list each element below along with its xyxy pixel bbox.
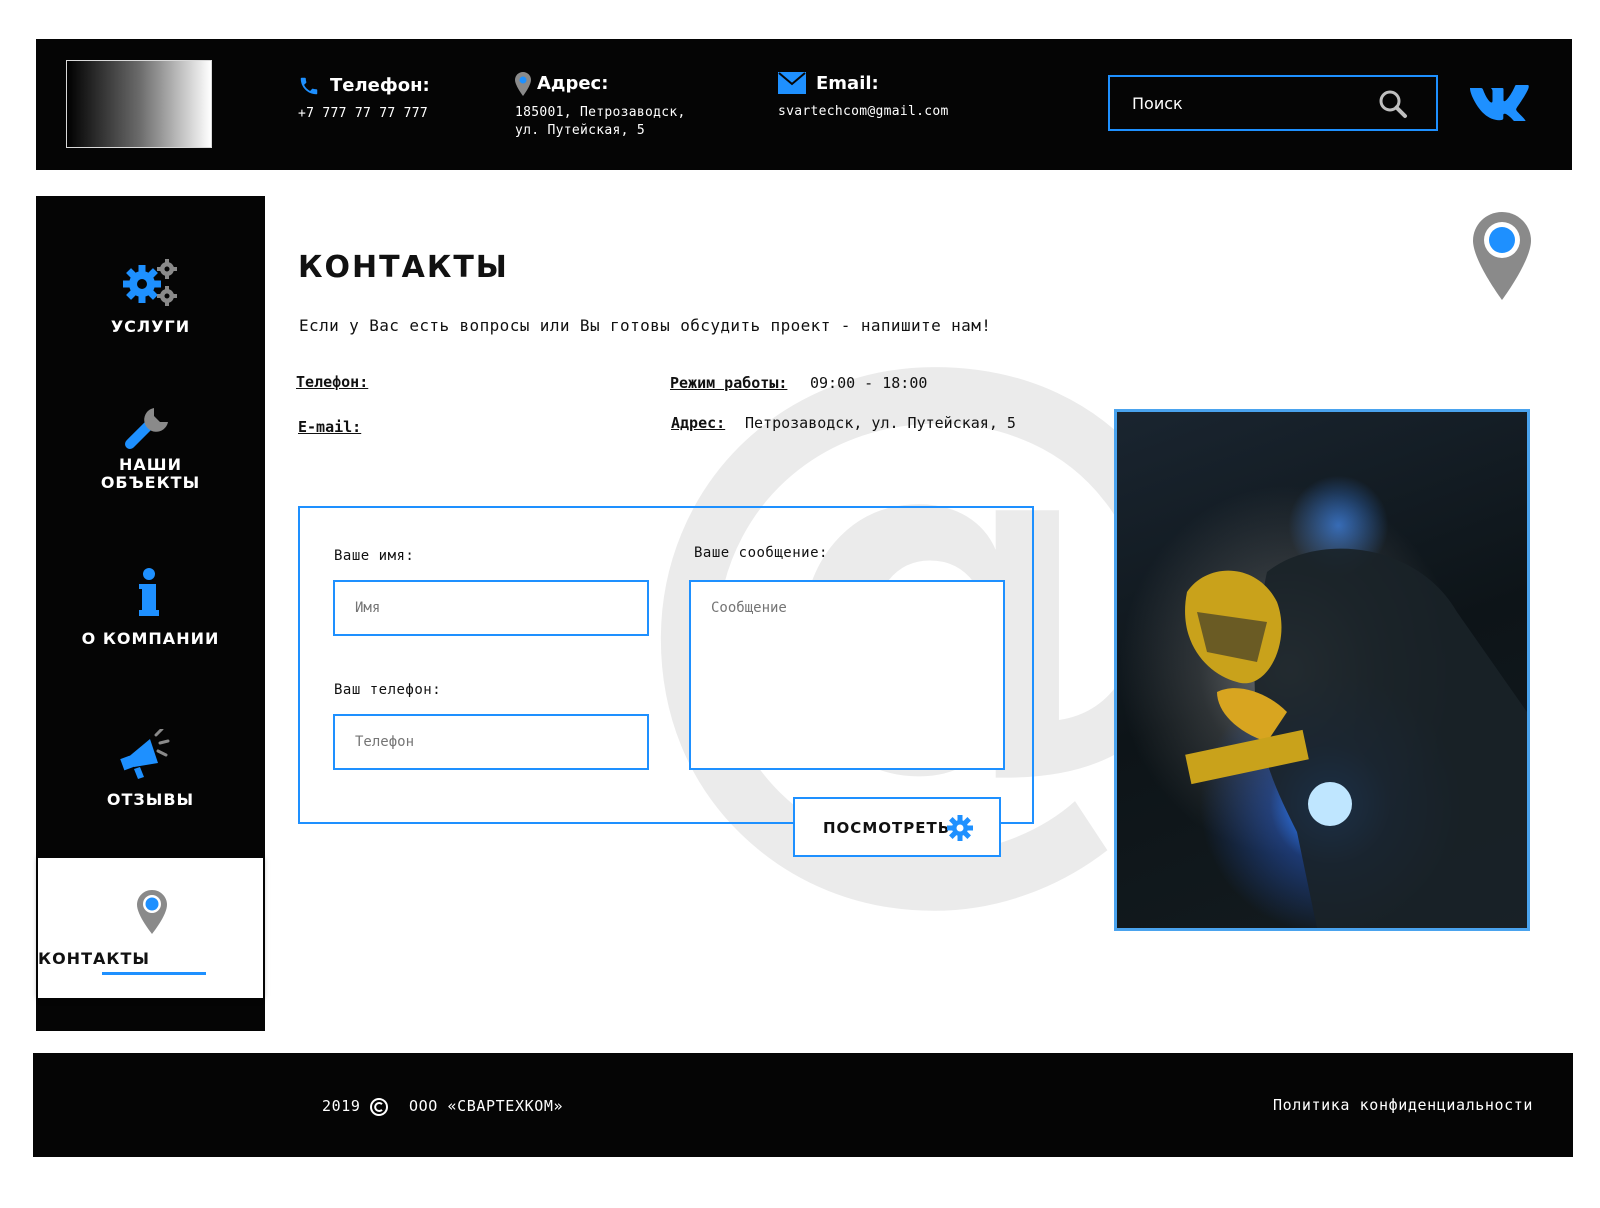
logo[interactable] [66,60,212,148]
privacy-link[interactable]: Политика конфиденциальности [1273,1096,1533,1114]
address-line1: 185001, Петрозаводск, [515,105,686,120]
info-address-label: Адрес: [671,414,726,432]
submit-label: ПОСМОТРЕТЬ [823,819,951,837]
sidebar-item-about[interactable]: О КОМПАНИИ [36,568,265,648]
sidebar-item-reviews[interactable]: ОТЗЫВЫ [36,729,265,809]
copyright-icon [370,1098,388,1116]
wrench-icon [125,408,168,449]
phone-field[interactable] [333,714,649,770]
sidebar-item-label-line1: НАШИ [119,455,182,474]
vk-icon[interactable] [1470,85,1530,121]
location-pin-icon [515,72,531,96]
sidebar-item-label: КОНТАКТЫ [38,949,150,968]
location-pin-icon [1473,212,1531,300]
phone-field-label: Ваш телефон: [334,682,442,698]
sidebar-item-label: ОТЗЫВЫ [106,790,195,809]
phone-icon [300,77,318,95]
sidebar-item-label: УСЛУГИ [110,317,191,336]
location-pin-icon [137,890,167,934]
sidebar-item-contacts[interactable]: КОНТАКТЫ [38,858,263,998]
address-label: Адрес: [537,73,609,94]
search-icon[interactable] [1378,89,1408,119]
site-footer: 2019 ООО «СВАРТЕХКОМ» Политика конфиденц… [33,1053,1573,1157]
info-icon [139,568,159,616]
info-hours-label: Режим работы: [670,374,788,392]
phone-label: Телефон: [330,75,430,96]
submit-button[interactable]: ПОСМОТРЕТЬ [793,797,1001,857]
footer-year: 2019 [322,1097,361,1115]
address-line2: ул. Путейская, 5 [515,123,646,138]
sidebar-item-label-line2: ОБЪЕКТЫ [100,473,201,492]
active-underline [102,972,206,975]
phone-value[interactable]: +7 777 77 77 777 [298,105,428,123]
contact-form: Ваше имя: Ваш телефон: Ваше сообщение: [298,506,1034,824]
site-header: Телефон: +7 777 77 77 777 Адрес: 185001,… [36,39,1572,170]
name-field[interactable] [333,580,649,636]
email-label: Email: [816,73,879,94]
welder-figure [1185,548,1527,928]
gears-icon [123,259,177,306]
name-label: Ваше имя: [334,548,415,564]
page-title: КОНТАКТЫ [298,250,509,285]
envelope-icon [778,72,806,94]
message-label: Ваше сообщение: [694,545,828,561]
sidebar-item-objects[interactable]: НАШИ ОБЪЕКТЫ [36,400,265,500]
info-hours-value: 09:00 - 18:00 [810,374,928,392]
info-email-label: E-mail: [298,418,362,436]
sidebar-item-label: О КОМПАНИИ [81,629,220,648]
sidebar-nav: УСЛУГИ НАШИ ОБЪЕКТЫ О КОМПАНИИ ОТЗЫВЫ КО… [36,196,265,1031]
message-field[interactable] [689,580,1005,770]
info-phone-label: Телефон: [296,373,369,391]
info-address-value: Петрозаводск, ул. Путейская, 5 [745,414,1016,432]
intro-text: Если у Вас есть вопросы или Вы готовы об… [299,316,992,335]
search-placeholder: Поиск [1132,94,1183,113]
email-value[interactable]: svartechcom@gmail.com [778,103,949,121]
gear-icon [947,815,973,841]
footer-company: ООО «СВАРТЕХКОМ» [409,1097,564,1115]
search-input[interactable]: Поиск [1108,75,1438,131]
sidebar-item-services[interactable]: УСЛУГИ [36,258,265,338]
megaphone-icon [120,729,170,779]
welder-photo [1114,409,1530,931]
